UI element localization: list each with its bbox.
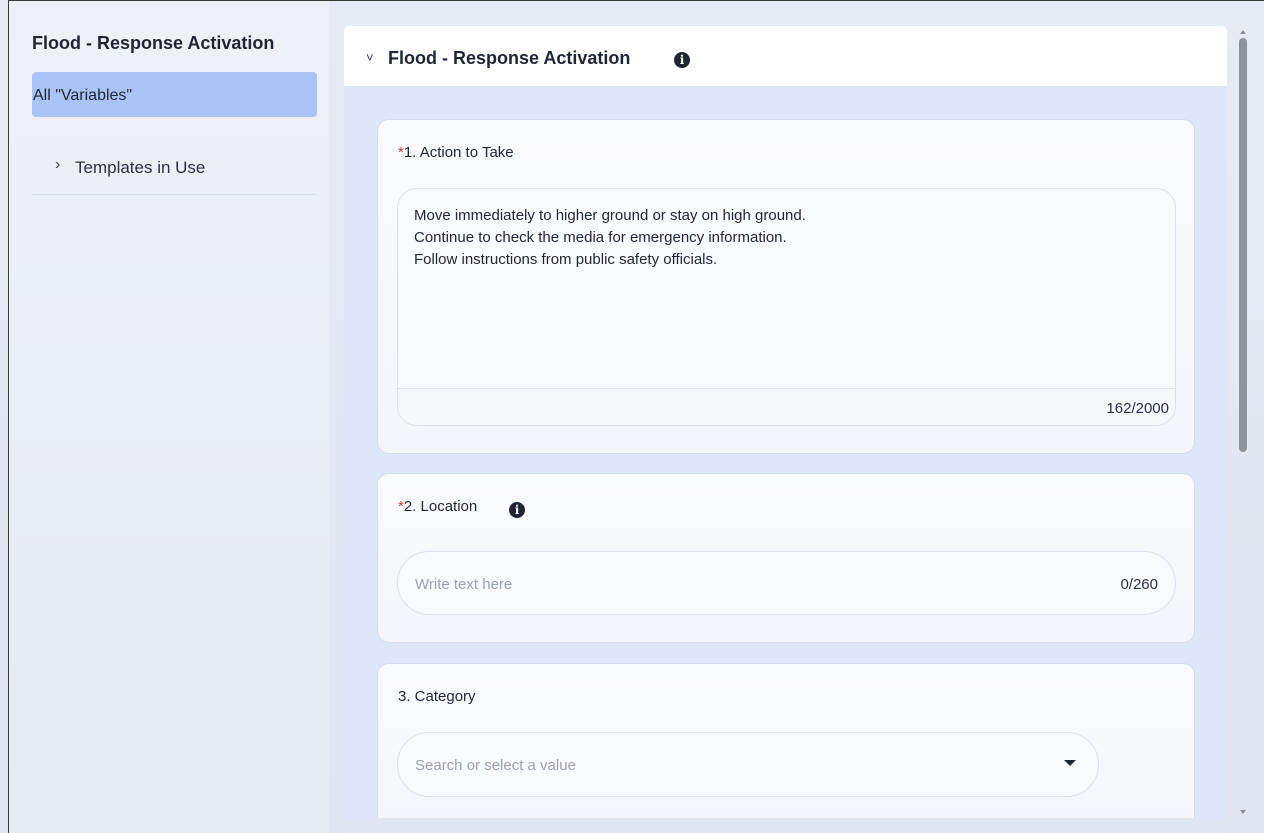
field-label-text: 2. Location [403, 498, 478, 515]
scroll-up-arrow-icon[interactable] [1240, 30, 1246, 34]
section-header[interactable]: ˅ Flood - Response Activation i [344, 26, 1227, 86]
textarea-value[interactable]: Move immediately to higher ground or sta… [414, 205, 1154, 271]
scroll-down-arrow-icon[interactable] [1240, 810, 1246, 814]
panel-bottom-edge [344, 818, 1227, 833]
info-icon[interactable]: i [509, 502, 525, 518]
sidebar-item-all-variables[interactable]: All "Variables" [32, 72, 317, 117]
field-label: 3. Category [398, 688, 476, 705]
section-title: Flood - Response Activation [388, 48, 631, 68]
select-placeholder: Search or select a value [415, 757, 576, 774]
field-card-action: *1. Action to Take Move immediately to h… [377, 119, 1195, 454]
sidebar-item-label: Templates in Use [75, 158, 206, 177]
textarea-footer: 162/2000 [398, 388, 1175, 425]
char-count: 162/2000 [1106, 400, 1169, 417]
info-icon[interactable]: i [674, 52, 690, 68]
field-card-location: *2. Location i Write text here 0/260 [377, 473, 1195, 643]
char-count: 0/260 [1120, 576, 1158, 593]
field-label-text: 1. Action to Take [403, 144, 514, 161]
caret-down-icon[interactable] [1064, 760, 1076, 766]
input-placeholder: Write text here [415, 576, 513, 593]
field-label: *1. Action to Take [398, 144, 514, 161]
scroll-thumb[interactable] [1239, 38, 1247, 452]
action-textarea[interactable]: Move immediately to higher ground or sta… [397, 188, 1176, 426]
field-label: *2. Location [398, 498, 477, 515]
sidebar: Flood - Response Activation All "Variabl… [9, 1, 329, 833]
chevron-right-icon: › [55, 156, 61, 173]
category-select[interactable]: Search or select a value [397, 732, 1099, 797]
location-input[interactable]: Write text here 0/260 [397, 551, 1176, 615]
main-panel: ˅ Flood - Response Activation i *1. Acti… [344, 26, 1227, 833]
sidebar-title: Flood - Response Activation [32, 33, 275, 53]
field-card-category: 3. Category Search or select a value [377, 663, 1195, 833]
sidebar-item-templates-in-use[interactable]: › Templates in Use [32, 143, 317, 195]
chevron-down-icon[interactable]: ˅ [366, 50, 374, 65]
vertical-scrollbar[interactable] [1237, 26, 1251, 818]
